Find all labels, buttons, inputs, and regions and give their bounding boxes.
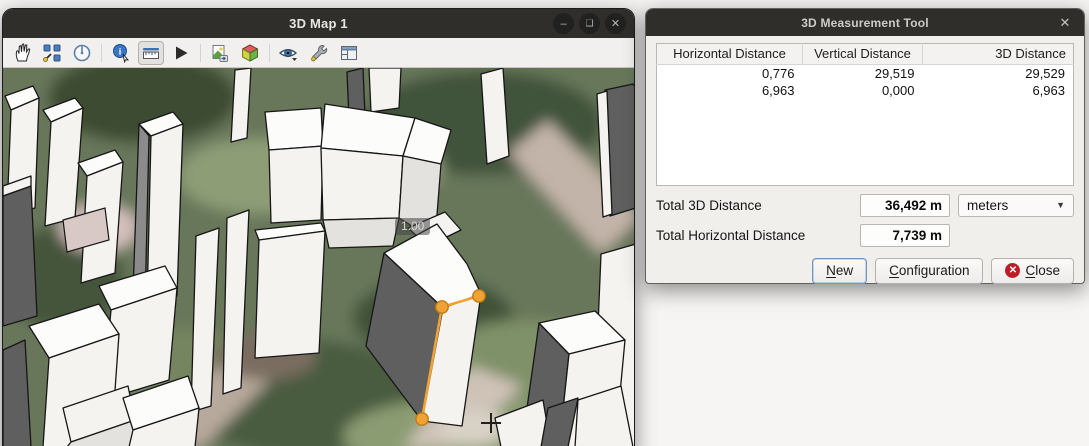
total-3d-distance-label: Total 3D Distance [656,198,852,213]
table-header-row: Horizontal Distance Vertical Distance 3D… [657,44,1074,65]
total-horizontal-distance-label: Total Horizontal Distance [656,228,852,243]
scale-overlay-badge: 1.00 [395,218,430,235]
dialog-body: Horizontal Distance Vertical Distance 3D… [646,36,1084,292]
column-horizontal-distance[interactable]: Horizontal Distance [657,44,803,65]
identify-icon[interactable]: i [108,41,134,65]
column-vertical-distance[interactable]: Vertical Distance [803,44,923,65]
map-window: 3D Map 1 – ❑ ✕ [2,8,635,446]
dialog-close-icon[interactable]: ✕ [1056,14,1074,32]
close-red-icon: ✕ [1005,263,1020,278]
map-window-title: 3D Map 1 [289,16,348,31]
options-window-icon[interactable] [336,41,362,65]
measurement-dialog: 3D Measurement Tool ✕ Horizontal Distanc… [645,8,1085,284]
column-3d-distance[interactable]: 3D Distance [923,44,1074,65]
play-animation-icon[interactable] [168,41,194,65]
table-row[interactable]: 6,963 0,000 6,963 [657,82,1074,99]
close-icon[interactable]: ✕ [605,13,626,34]
cell-3d: 6,963 [923,82,1074,99]
table-empty-area [657,99,1074,185]
dialog-titlebar[interactable]: 3D Measurement Tool ✕ [646,9,1084,36]
map-3d-viewport[interactable]: 1.00 [3,68,634,446]
measurement-table: Horizontal Distance Vertical Distance 3D… [656,43,1074,186]
cell-vertical: 29,519 [803,65,923,83]
cell-horizontal: 6,963 [657,82,803,99]
save-image-icon[interactable] [207,41,233,65]
toolbar-separator [200,44,201,62]
toolbar-separator [101,44,102,62]
desktop: 3D Map 1 – ❑ ✕ [0,0,1089,446]
new-button[interactable]: New [812,258,867,284]
dialog-buttons: New Configuration ✕ Close [656,258,1074,284]
toolbar-separator [269,44,270,62]
measure-ruler-icon[interactable] [138,41,164,65]
chevron-down-icon: ▼ [1056,200,1065,210]
configure-wrench-icon[interactable] [306,41,332,65]
total-3d-distance-field[interactable]: 36,492 m [860,194,950,217]
unit-select-value: meters [967,198,1008,213]
pan-icon[interactable] [9,41,35,65]
cell-horizontal: 0,776 [657,65,803,83]
totals-section: Total 3D Distance 36,492 m meters ▼ Tota… [656,194,1074,247]
map-3d-scene [3,68,634,446]
cell-vertical: 0,000 [803,82,923,99]
dialog-title: 3D Measurement Tool [801,16,929,30]
map-window-titlebar[interactable]: 3D Map 1 – ❑ ✕ [3,9,634,38]
table-row[interactable]: 0,776 29,519 29,529 [657,65,1074,83]
unit-select[interactable]: meters ▼ [958,194,1074,217]
maximize-icon[interactable]: ❑ [579,13,600,34]
minimize-icon[interactable]: – [553,13,574,34]
cell-3d: 29,529 [923,65,1074,83]
configuration-button[interactable]: Configuration [875,258,983,284]
total-horizontal-distance-field[interactable]: 7,739 m [860,224,950,247]
close-button[interactable]: ✕ Close [991,258,1074,284]
camera-eye-icon[interactable] [276,41,302,65]
export-scene-cube-icon[interactable] [237,41,263,65]
window-controls: – ❑ ✕ [553,13,626,34]
map-toolbar: i [3,38,634,68]
rotation-icon[interactable] [69,41,95,65]
camera-control-icon[interactable] [39,41,65,65]
